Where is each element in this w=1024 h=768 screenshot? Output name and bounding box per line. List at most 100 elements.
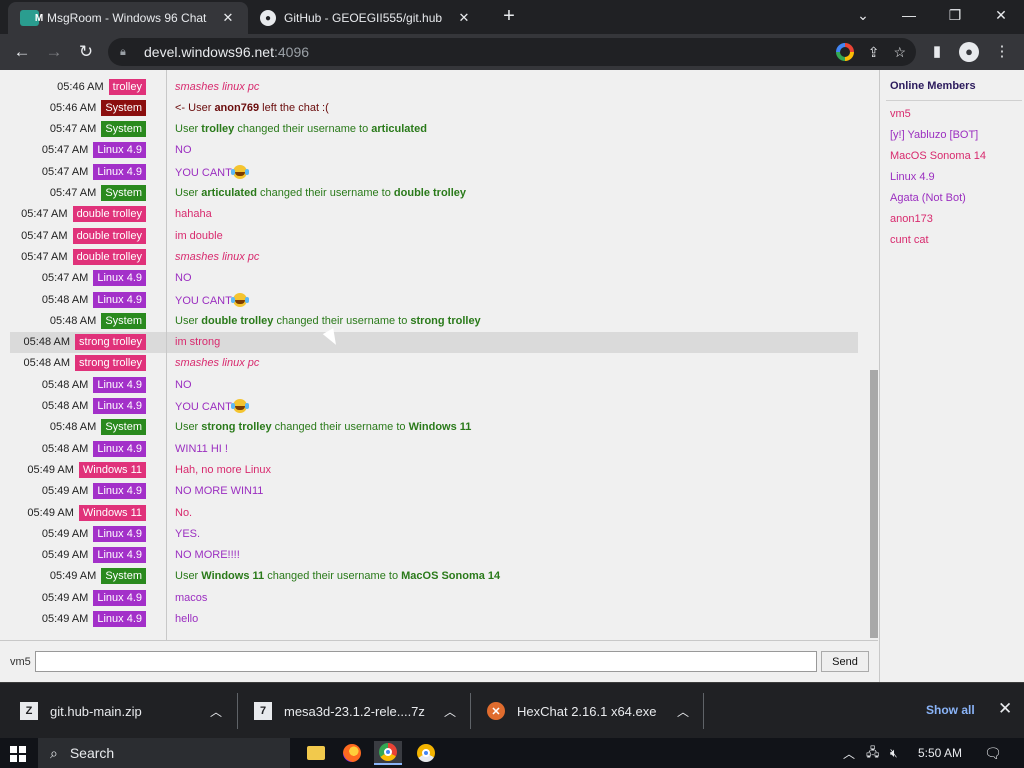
chat-message-row: 05:48 AM strong trolley im strong — [10, 331, 858, 353]
nickname-badge[interactable]: System — [101, 185, 146, 201]
lock-icon[interactable]: 🔒︎ — [120, 46, 134, 59]
nickname-badge[interactable]: System — [101, 568, 146, 585]
message-fragment: hello — [175, 613, 199, 625]
nickname-badge[interactable]: strong trolley — [75, 355, 146, 372]
search-label: Search — [69, 745, 115, 761]
message-fragment: NO — [175, 272, 192, 285]
download-item-git-hub-zip[interactable]: Z git.hub-main.zip ︿ — [20, 683, 234, 739]
file-explorer-icon[interactable] — [302, 741, 330, 765]
nickname-badge[interactable]: trolley — [108, 78, 146, 95]
member-item[interactable]: anon173 — [890, 213, 933, 225]
restore-button[interactable]: ❐ — [932, 0, 978, 30]
reload-icon[interactable]: ↻ — [74, 40, 98, 64]
side-panel-icon[interactable]: ▮ — [925, 40, 949, 64]
nickname-badge[interactable]: double trolley — [72, 206, 146, 223]
notifications-icon[interactable]: 🗨︎ — [984, 738, 1002, 768]
show-all-downloads-link[interactable]: Show all — [926, 703, 975, 717]
forward-arrow-icon[interactable]: → — [42, 40, 66, 64]
nickname-badge[interactable]: double trolley — [72, 227, 146, 244]
google-lens-icon[interactable] — [835, 43, 854, 61]
message-text: User double trolley changed their userna… — [156, 315, 481, 327]
message-text: smashes linux pc — [156, 357, 259, 369]
tab-close-icon[interactable]: ✕ — [220, 10, 236, 26]
tab-search-chevron-icon[interactable]: ⌄ — [840, 0, 886, 30]
nickname-badge[interactable]: strong trolley — [75, 334, 146, 351]
message-username: articulated — [371, 123, 427, 136]
member-item[interactable]: MacOS Sonoma 14 — [890, 150, 986, 162]
nickname-badge[interactable]: System — [101, 99, 146, 116]
member-item[interactable]: Linux 4.9 — [890, 171, 935, 183]
nickname-badge[interactable]: Linux 4.9 — [93, 398, 146, 414]
tab-close-icon[interactable]: ✕ — [456, 10, 472, 26]
chevron-up-icon[interactable]: ︿ — [210, 703, 222, 720]
member-item[interactable]: [y!] Yabluzo [BOT] — [890, 129, 978, 141]
member-item[interactable]: Agata (Not Bot) — [890, 192, 966, 204]
chrome-canary-icon[interactable] — [412, 741, 440, 765]
message-fragment: <- User — [175, 101, 215, 114]
nickname-badge[interactable]: Linux 4.9 — [93, 483, 146, 500]
message-fragment: im double — [175, 229, 223, 242]
share-icon[interactable]: ⇪ — [868, 44, 880, 61]
profile-avatar[interactable]: ● — [957, 40, 981, 64]
chat-message-row: 05:48 AM System User double trolley change… — [10, 310, 858, 331]
nickname-badge[interactable]: System — [101, 121, 146, 138]
download-item-mesa3d[interactable]: 7 mesa3d-23.1.2-rele....7z ︿ — [254, 683, 468, 739]
nickname-badge[interactable]: Linux 4.9 — [93, 547, 146, 564]
download-item-hexchat[interactable]: ✕ HexChat 2.16.1 x64.exe ︿ — [487, 683, 701, 739]
chrome-icon[interactable] — [374, 741, 402, 765]
nickname-badge[interactable]: Linux 4.9 — [93, 163, 146, 180]
message-timestamp: 05:48 AM — [23, 357, 71, 370]
message-fragment: smashes linux pc — [175, 250, 260, 263]
message-meta: 05:48 AM strong trolley — [10, 355, 156, 372]
address-bar[interactable]: 🔒︎ devel.windows96.net:4096 ⇪ ☆ — [108, 38, 916, 66]
message-timestamp: 05:47 AM — [41, 272, 89, 285]
chevron-up-icon[interactable]: ︿ — [677, 703, 689, 720]
minimize-button[interactable]: — — [886, 0, 932, 30]
message-input[interactable] — [35, 651, 817, 672]
nickname-badge[interactable]: Linux 4.9 — [93, 589, 146, 606]
nickname-badge[interactable]: Linux 4.9 — [93, 525, 146, 542]
nickname-badge[interactable]: Linux 4.9 — [93, 291, 146, 308]
message-fragment: YOU CANT — [175, 401, 232, 413]
nickname-badge[interactable]: Linux 4.9 — [93, 611, 146, 627]
nickname-badge[interactable]: Linux 4.9 — [93, 270, 146, 287]
show-hidden-icons-chevron-icon[interactable]: ︿ — [843, 738, 855, 768]
nickname-badge[interactable]: Linux 4.9 — [93, 440, 146, 457]
new-tab-button[interactable]: + — [498, 6, 520, 28]
volume-muted-icon[interactable]: 🔇︎ — [890, 738, 898, 768]
message-text: smashes linux pc — [156, 251, 259, 263]
nickname-badge[interactable]: Linux 4.9 — [93, 142, 146, 159]
message-fragment: left the chat :( — [259, 101, 329, 114]
nickname-badge[interactable]: Windows 11 — [78, 461, 146, 478]
message-fragment: changed their username to — [264, 570, 402, 583]
bookmark-star-icon[interactable]: ☆ — [893, 44, 906, 61]
message-timestamp: 05:48 AM — [41, 378, 89, 391]
nickname-badge[interactable]: System — [101, 312, 146, 329]
message-text: YOU CANT — [156, 399, 247, 413]
nickname-badge[interactable]: Windows 11 — [78, 504, 146, 521]
member-item[interactable]: cunt cat — [890, 234, 929, 246]
chat-scrollbar-thumb[interactable] — [870, 370, 878, 638]
windows-start-icon[interactable] — [10, 746, 26, 762]
message-text: NO MORE!!!! — [156, 549, 240, 561]
member-item[interactable]: vm5 — [890, 108, 911, 120]
nickname-badge[interactable]: double trolley — [72, 248, 146, 265]
network-icon[interactable]: 🖧︎ — [866, 738, 879, 768]
chat-message-row: 05:47 AM Linux 4.9 NO — [10, 268, 858, 289]
taskbar-search-box[interactable]: ⌕ Search — [38, 738, 290, 768]
message-text: <- User anon769 left the chat :( — [156, 102, 329, 114]
close-downloads-bar-icon[interactable]: ✕ — [998, 699, 1012, 719]
send-button[interactable]: Send — [821, 651, 869, 672]
chevron-up-icon[interactable]: ︿ — [444, 703, 456, 720]
download-separator — [703, 693, 704, 729]
firefox-icon[interactable] — [338, 741, 366, 765]
nickname-badge[interactable]: Linux 4.9 — [93, 376, 146, 393]
nickname-badge[interactable]: System — [101, 419, 146, 436]
system-clock[interactable]: 5:50 AM — [918, 738, 962, 768]
window-close-button[interactable]: ✕ — [978, 0, 1024, 30]
browser-menu-icon[interactable]: ⋮ — [990, 40, 1014, 64]
message-fragment: NO — [175, 378, 192, 391]
tab-msgroom[interactable]: M MsgRoom - Windows 96 Chat ✕ — [8, 2, 248, 34]
tab-github[interactable]: ● GitHub - GEOEGII555/git.hub ✕ — [248, 2, 484, 34]
back-arrow-icon[interactable]: ← — [10, 40, 34, 64]
